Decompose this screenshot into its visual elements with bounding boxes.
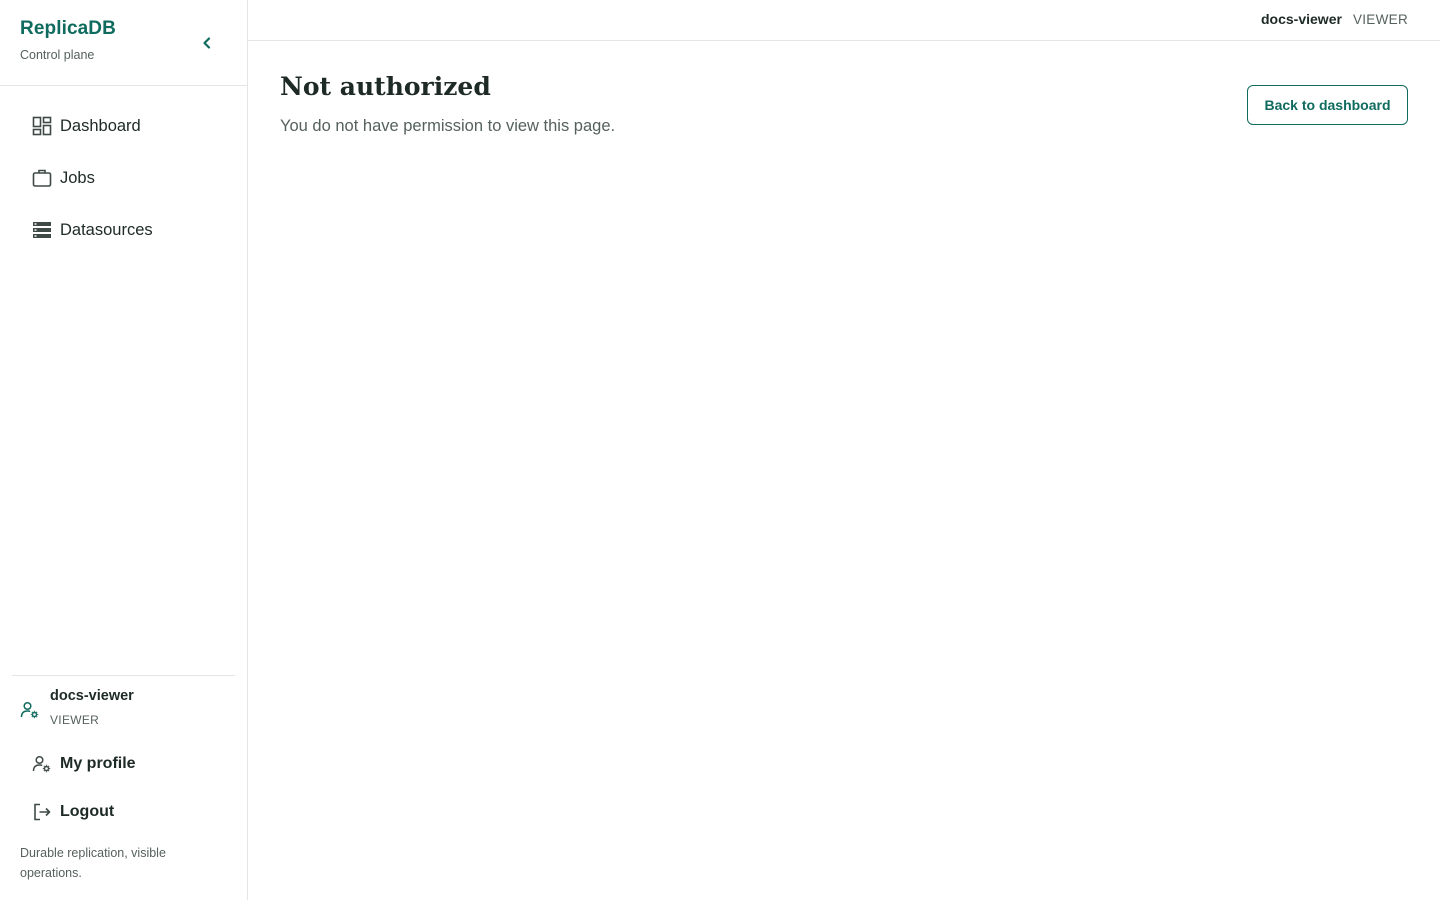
topbar-user: docs-viewer VIEWER [1261, 11, 1408, 27]
collapse-sidebar-button[interactable] [194, 30, 220, 56]
database-list-icon [32, 220, 52, 240]
dashboard-grid-icon [32, 116, 52, 136]
current-user-role: VIEWER [50, 713, 100, 727]
sidebar: ReplicaDB Control plane Dashboard Jobs D… [0, 0, 248, 900]
my-profile-link[interactable]: My profile [20, 744, 228, 784]
top-bar: docs-viewer VIEWER [248, 0, 1440, 41]
current-user-name: docs-viewer [50, 688, 134, 704]
app-tagline: Durable replication, visible operations. [20, 846, 166, 880]
brand: ReplicaDB Control plane [20, 18, 116, 62]
topbar-user-name: docs-viewer [1261, 11, 1342, 27]
brand-divider [0, 85, 247, 86]
logout-button[interactable]: Logout [20, 792, 228, 832]
user-settings-icon [32, 754, 52, 774]
brand-subtitle: Control plane [20, 48, 95, 62]
main-content: Not authorized You do not have permissio… [280, 72, 1410, 136]
sidebar-item-datasources[interactable]: Datasources [20, 204, 228, 256]
sidebar-item-jobs[interactable]: Jobs [20, 152, 228, 204]
current-user: docs-viewer VIEWER [20, 688, 230, 732]
sidebar-footer-divider [12, 675, 235, 676]
sidebar-item-dashboard[interactable]: Dashboard [20, 100, 228, 152]
my-profile-label: My profile [60, 755, 136, 772]
page-message: You do not have permission to view this … [280, 117, 616, 135]
sidebar-item-label: Jobs [60, 168, 95, 187]
chevron-left-icon [203, 37, 211, 49]
back-to-dashboard-button[interactable]: Back to dashboard [1247, 85, 1408, 125]
logout-label: Logout [60, 803, 115, 820]
sidebar-item-label: Dashboard [60, 116, 141, 135]
page-title: Not authorized [280, 72, 491, 101]
topbar-user-role: VIEWER [1352, 12, 1408, 27]
sidebar-item-label: Datasources [60, 220, 153, 239]
logout-icon [32, 802, 52, 822]
brand-name[interactable]: ReplicaDB [20, 18, 116, 40]
sidebar-nav: Dashboard Jobs Datasources [20, 100, 228, 256]
briefcase-icon [32, 168, 52, 188]
user-settings-icon [20, 700, 40, 720]
